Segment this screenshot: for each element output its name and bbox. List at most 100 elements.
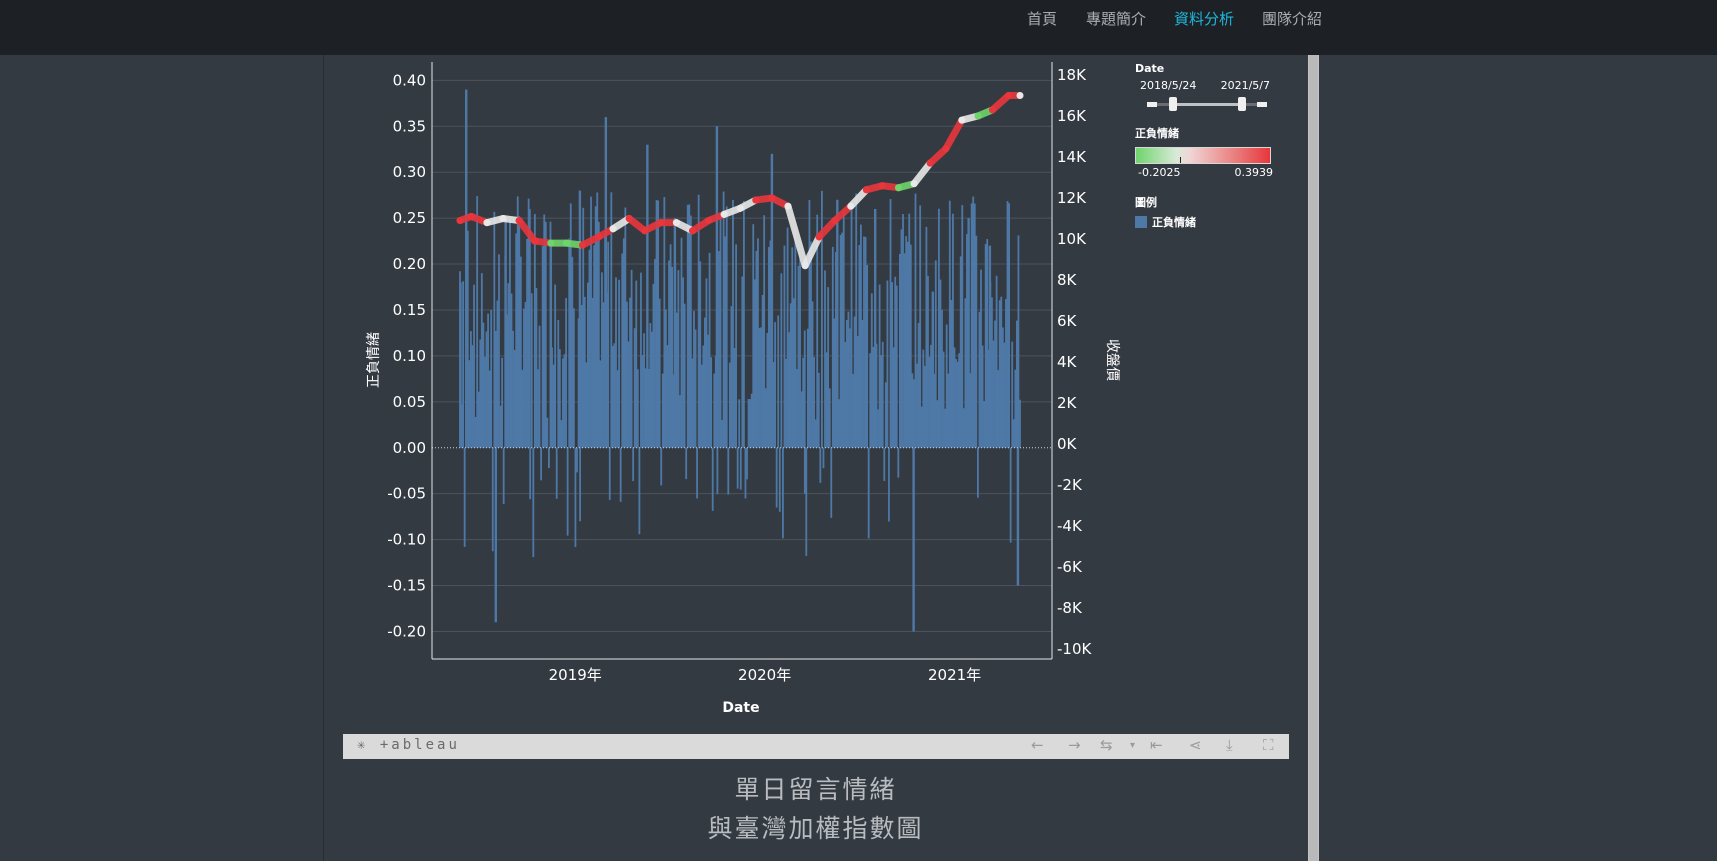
sentiment-bar <box>741 276 744 448</box>
sentiment-bar <box>565 298 567 448</box>
sentiment-bar <box>866 264 869 448</box>
sentiment-bar <box>855 193 858 448</box>
date-range-filter[interactable]: 2018/5/24 2021/5/7 <box>1135 79 1285 119</box>
sentiment-bar <box>813 357 815 448</box>
sentiment-bar <box>661 373 664 448</box>
sentiment-bar <box>569 203 572 448</box>
sentiment-bar <box>1009 447 1012 543</box>
y2-tick-label: -6K <box>1057 558 1083 576</box>
sentiment-bar <box>643 333 645 448</box>
sentiment-bar <box>463 447 466 547</box>
sentiment-bar <box>941 309 943 448</box>
sentiment-bar <box>552 364 555 448</box>
price-point <box>641 227 649 235</box>
sentiment-bar <box>630 269 633 448</box>
sentiment-bar <box>516 196 519 448</box>
sentiment-bar <box>955 359 957 448</box>
sentiment-bar <box>613 343 616 448</box>
sentiment-bar <box>715 126 719 448</box>
sentiment-bar <box>591 297 594 448</box>
sentiment-bar <box>942 351 945 448</box>
sentiment-bar <box>501 357 504 448</box>
reset-icon[interactable]: ⇤ <box>1150 736 1163 754</box>
revert-icon[interactable]: ⇆ <box>1100 736 1113 754</box>
legend-item-sentiment[interactable]: 正負情緒 <box>1135 214 1285 230</box>
legend-panel: Date 2018/5/24 2021/5/7 正負情緒 -0.2025 0.3… <box>1135 62 1285 230</box>
nav-item-project-intro[interactable]: 專題簡介 <box>1086 8 1146 29</box>
sentiment-bar <box>499 405 502 448</box>
sentiment-bar <box>1017 235 1020 448</box>
date-slider-start-handle[interactable] <box>1169 97 1177 111</box>
sentiment-bar <box>590 196 592 448</box>
sentiment-bar <box>626 301 628 448</box>
y-tick-label: 0.15 <box>393 301 426 319</box>
price-point <box>705 217 713 225</box>
price-point <box>784 202 792 210</box>
redo-icon[interactable]: → <box>1068 736 1081 754</box>
sentiment-bar <box>919 205 922 448</box>
sentiment-bar <box>1007 254 1010 448</box>
sentiment-bar <box>891 282 893 448</box>
y-tick-label: -0.15 <box>387 577 426 595</box>
sentiment-bar <box>585 362 588 448</box>
tableau-logo[interactable]: ✳ +ableau <box>357 737 460 753</box>
sentiment-bar <box>578 190 582 448</box>
fullscreen-icon[interactable]: ⛶ <box>1263 736 1274 754</box>
sentiment-bar <box>984 244 987 448</box>
sentiment-bar <box>956 361 959 448</box>
sentiment-bar <box>1011 341 1014 448</box>
sentiment-bar <box>747 399 750 448</box>
sentiment-bar <box>493 211 496 448</box>
legend-item-label: 正負情緒 <box>1152 216 1196 229</box>
sentiment-bar <box>470 331 472 448</box>
sentiment-bar <box>718 251 720 448</box>
revert-dropdown-icon[interactable]: ▾ <box>1130 740 1135 751</box>
sentiment-bar <box>512 330 514 448</box>
sentiment-bar <box>649 323 652 448</box>
y-tick-label: -0.05 <box>387 485 426 503</box>
sentiment-bar <box>596 192 599 448</box>
tableau-logo-text: +ableau <box>379 737 460 753</box>
nav-item-data-analysis[interactable]: 資料分析 <box>1174 8 1234 29</box>
sentiment-bar <box>908 213 911 448</box>
price-point <box>609 225 617 233</box>
caption-line-1: 單日留言情緒 <box>734 775 897 804</box>
share-icon[interactable]: ⋖ <box>1189 736 1202 754</box>
top-navbar: 首頁 專題簡介 資料分析 團隊介紹 <box>0 0 1717 55</box>
sentiment-bar <box>638 447 641 535</box>
date-slider-end-handle[interactable] <box>1238 97 1246 111</box>
sentiment-bar <box>541 246 544 448</box>
download-icon[interactable]: ⤓ <box>1226 736 1233 754</box>
price-point <box>878 182 886 190</box>
sentiment-bar <box>794 229 797 448</box>
tableau-toolbar: ✳ +ableau ← → ⇆ ▾ ⇤ ⋖ ⤓ ⛶ <box>343 734 1289 759</box>
price-line-segment <box>784 202 809 270</box>
sentiment-bar <box>727 447 730 495</box>
sentiment-bar <box>909 244 912 448</box>
sentiment-bar <box>825 352 828 448</box>
sentiment-bar <box>824 270 826 448</box>
series-legend-title: 圖例 <box>1135 196 1157 209</box>
date-slider-left-cap <box>1147 102 1157 107</box>
sentiment-bar <box>533 214 536 448</box>
price-point <box>689 227 697 235</box>
sentiment-bar <box>917 323 920 448</box>
price-point <box>926 159 934 167</box>
nav-item-team[interactable]: 團隊介紹 <box>1262 8 1322 29</box>
sentiment-bar <box>611 345 614 448</box>
undo-icon[interactable]: ← <box>1031 736 1044 754</box>
sentiment-bar <box>1019 399 1021 448</box>
price-point <box>752 196 760 204</box>
sentiment-bar <box>658 298 661 448</box>
sentiment-bar <box>671 266 674 448</box>
sentiment-bar <box>788 332 791 448</box>
sentiment-bar <box>742 201 745 448</box>
nav-item-home[interactable]: 首頁 <box>1027 8 1057 29</box>
sentiment-bar <box>507 283 510 448</box>
sentiment-bar <box>484 356 486 448</box>
sentiment-bar <box>663 197 666 448</box>
scrollbar[interactable] <box>1308 55 1319 861</box>
sentiment-bar <box>705 278 708 448</box>
scrollbar-thumb[interactable] <box>1309 55 1318 861</box>
price-point <box>547 239 555 247</box>
